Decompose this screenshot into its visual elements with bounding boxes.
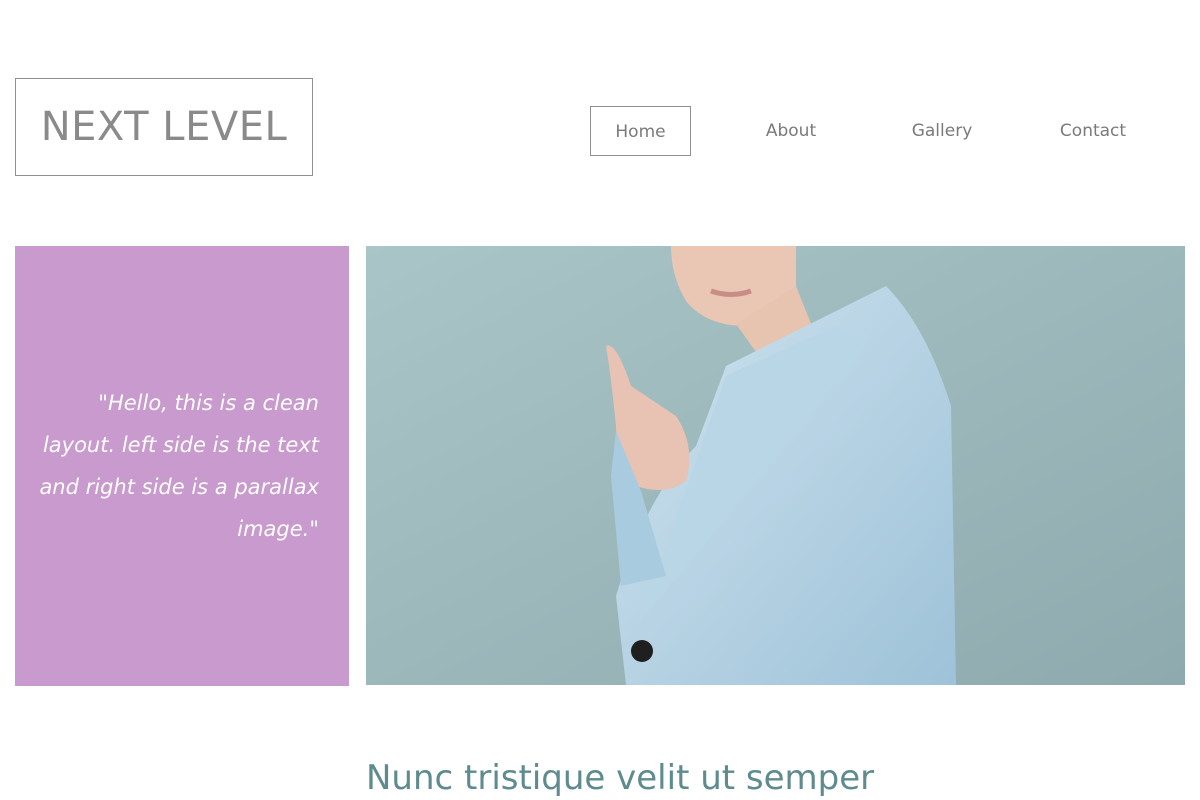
nav-gallery[interactable]: Gallery xyxy=(892,106,992,156)
site-logo[interactable]: NEXT LEVEL xyxy=(15,78,313,176)
hero-image xyxy=(366,246,1185,685)
quote-panel: "Hello, this is a clean layout. left sid… xyxy=(15,246,349,686)
nav-about[interactable]: About xyxy=(741,106,841,156)
quote-text: "Hello, this is a clean layout. left sid… xyxy=(39,391,319,541)
main-nav: Home About Gallery Contact xyxy=(590,106,1190,158)
woman-pointing-illustration xyxy=(366,246,1185,685)
section-headline: Nunc tristique velit ut semper xyxy=(366,758,875,798)
logo-text: NEXT LEVEL xyxy=(40,104,288,150)
nav-home[interactable]: Home xyxy=(590,106,691,156)
nav-contact[interactable]: Contact xyxy=(1043,106,1143,156)
